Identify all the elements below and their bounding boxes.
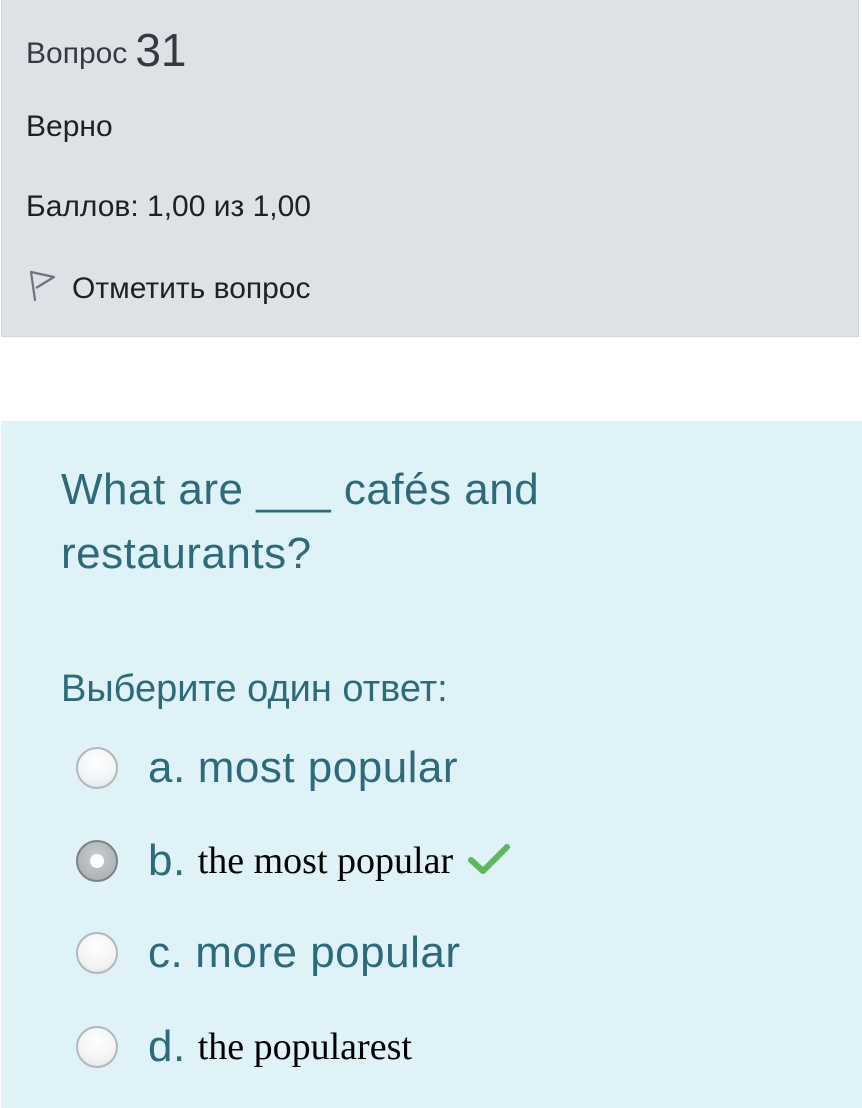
answer-text-b: the most popular: [197, 840, 454, 882]
answer-option-d[interactable]: d. the popularest: [76, 1017, 412, 1077]
check-icon: [467, 842, 511, 881]
answer-letter-d: d.: [148, 1022, 186, 1071]
answer-radio-b[interactable]: [76, 840, 118, 882]
answer-text-a: most popular: [197, 743, 459, 792]
question-grade: Баллов: 1,00 из 1,00: [26, 190, 311, 223]
flag-question-link[interactable]: Отметить вопрос: [26, 268, 311, 310]
answer-option-c[interactable]: c. more popular: [76, 923, 461, 983]
answer-radio-a[interactable]: [76, 747, 118, 789]
question-text: What are ___ cafés and restaurants?: [61, 465, 540, 578]
flag-label: Отметить вопрос: [72, 272, 311, 305]
answer-prompt: Выберите один ответ:: [61, 668, 448, 710]
answer-text-d: the popularest: [197, 1026, 412, 1068]
answer-radio-c[interactable]: [76, 932, 118, 974]
answer-radio-d[interactable]: [76, 1026, 118, 1068]
flag-icon: [26, 268, 72, 310]
answer-letter-a: a.: [148, 743, 186, 792]
question-state: Верно: [26, 110, 113, 143]
question-heading: Вопрос 31: [26, 22, 186, 82]
answer-option-b[interactable]: b. the most popular: [76, 831, 511, 891]
answer-letter-c: c.: [148, 928, 184, 977]
question-label: Вопрос: [26, 37, 128, 70]
answer-letter-b: b.: [148, 836, 186, 885]
answer-text-c: more popular: [195, 928, 461, 977]
answer-option-a[interactable]: a. most popular: [76, 738, 458, 798]
question-number: 31: [135, 24, 187, 76]
